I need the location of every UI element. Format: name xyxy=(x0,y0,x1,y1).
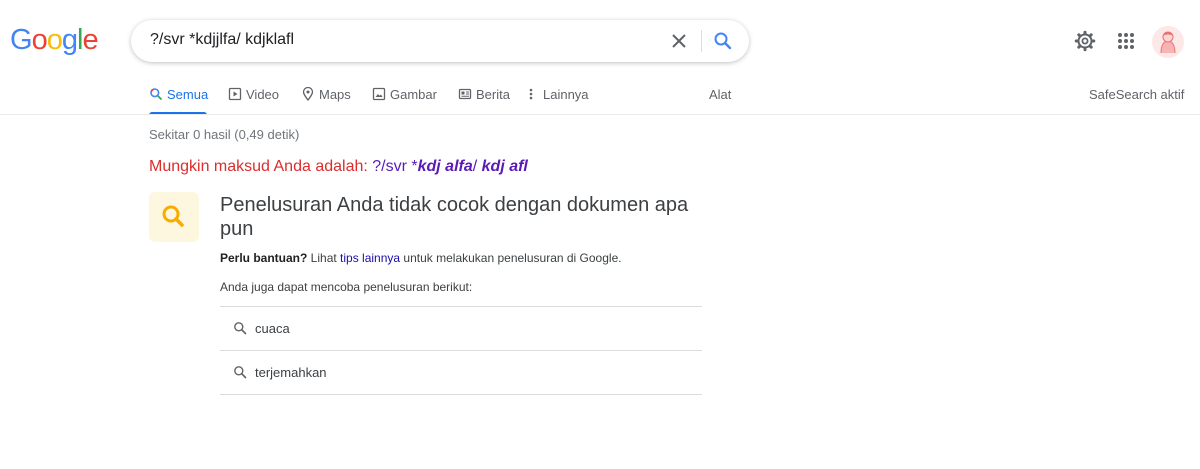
google-logo[interactable]: Google xyxy=(10,24,99,57)
tips-link[interactable]: tips lainnya xyxy=(340,251,400,265)
tab-berita[interactable]: Berita xyxy=(458,83,513,115)
tabs-divider xyxy=(0,114,1200,115)
search-icon[interactable] xyxy=(711,29,735,53)
safesearch-label: SafeSearch aktif xyxy=(1089,87,1185,102)
news-icon xyxy=(458,87,472,101)
tab-semua[interactable]: Semua xyxy=(149,83,209,115)
tab-label: Gambar xyxy=(390,87,437,102)
logo-letter: G xyxy=(10,24,33,56)
no-results-icon-box xyxy=(149,192,199,242)
suggestion-divider xyxy=(220,394,702,395)
did-you-mean: Mungkin maksud Anda adalah: ?/svr *kdj a… xyxy=(149,158,528,176)
tools-button[interactable]: Alat xyxy=(709,83,739,115)
try-also-text: Anda juga dapat mencoba penelusuran beri… xyxy=(220,280,473,294)
more-vert-icon xyxy=(527,87,535,101)
help-text: Perlu bantuan? Lihat tips lainnya untuk … xyxy=(220,251,622,265)
suggestion-label: cuaca xyxy=(255,321,290,336)
search-input[interactable]: ?/svr *kdjjlfa/ kdjklafl xyxy=(150,31,294,49)
suggestion-item[interactable]: cuaca xyxy=(220,307,702,350)
tab-label: Semua xyxy=(167,87,209,102)
tab-label: Maps xyxy=(319,87,351,102)
map-pin-icon xyxy=(301,86,315,102)
did-you-mean-prefix: Mungkin maksud Anda adalah: xyxy=(149,158,368,175)
suggestion-label: terjemahkan xyxy=(255,365,327,380)
search-box[interactable]: ?/svr *kdjjlfa/ kdjklafl xyxy=(131,20,749,62)
profile-avatar[interactable] xyxy=(1152,26,1184,58)
logo-letter: e xyxy=(82,24,98,56)
tools-label: Alat xyxy=(709,87,732,102)
tab-lainnya[interactable]: Lainnya xyxy=(527,83,589,115)
suggestion-correction: kdj alfa xyxy=(417,158,473,175)
tab-label: Lainnya xyxy=(543,87,589,102)
safesearch-toggle[interactable]: SafeSearch aktif xyxy=(1089,83,1184,115)
search-icon xyxy=(233,365,247,379)
gear-icon[interactable] xyxy=(1073,29,1097,53)
help-text-part: Lihat xyxy=(307,251,341,265)
logo-letter: g xyxy=(61,24,78,56)
suggestion-part: ?/svr * xyxy=(372,158,418,175)
search-tabs: Semua Video Maps Gambar Berita Lainnya A… xyxy=(0,83,1200,115)
search-icon xyxy=(233,321,247,335)
logo-letter: o xyxy=(46,24,63,56)
help-text-part: untuk melakukan penelusuran di Google. xyxy=(400,251,622,265)
help-bold: Perlu bantuan? xyxy=(220,251,308,265)
search-icon xyxy=(149,205,199,246)
image-icon xyxy=(372,87,386,101)
tab-maps[interactable]: Maps xyxy=(301,83,353,115)
no-results-title: Penelusuran Anda tidak cocok dengan doku… xyxy=(220,194,689,240)
video-icon xyxy=(228,87,242,101)
tab-label: Berita xyxy=(476,87,510,102)
tab-label: Video xyxy=(246,87,280,102)
suggestion-part: / xyxy=(472,158,482,175)
logo-letter: o xyxy=(31,24,48,56)
tab-video[interactable]: Video xyxy=(228,83,283,115)
spelling-suggestion-link[interactable]: ?/svr *kdj alfa/ kdj afl xyxy=(372,158,528,175)
suggestion-item[interactable]: terjemahkan xyxy=(220,351,702,394)
search-icon xyxy=(149,87,163,101)
apps-grid-icon[interactable] xyxy=(1114,29,1138,53)
result-stats: Sekitar 0 hasil (0,49 detik) xyxy=(149,127,300,142)
close-icon[interactable] xyxy=(667,29,691,53)
tab-gambar[interactable]: Gambar xyxy=(372,83,438,115)
search-divider xyxy=(701,30,702,52)
suggestion-correction: kdj afl xyxy=(481,158,528,175)
